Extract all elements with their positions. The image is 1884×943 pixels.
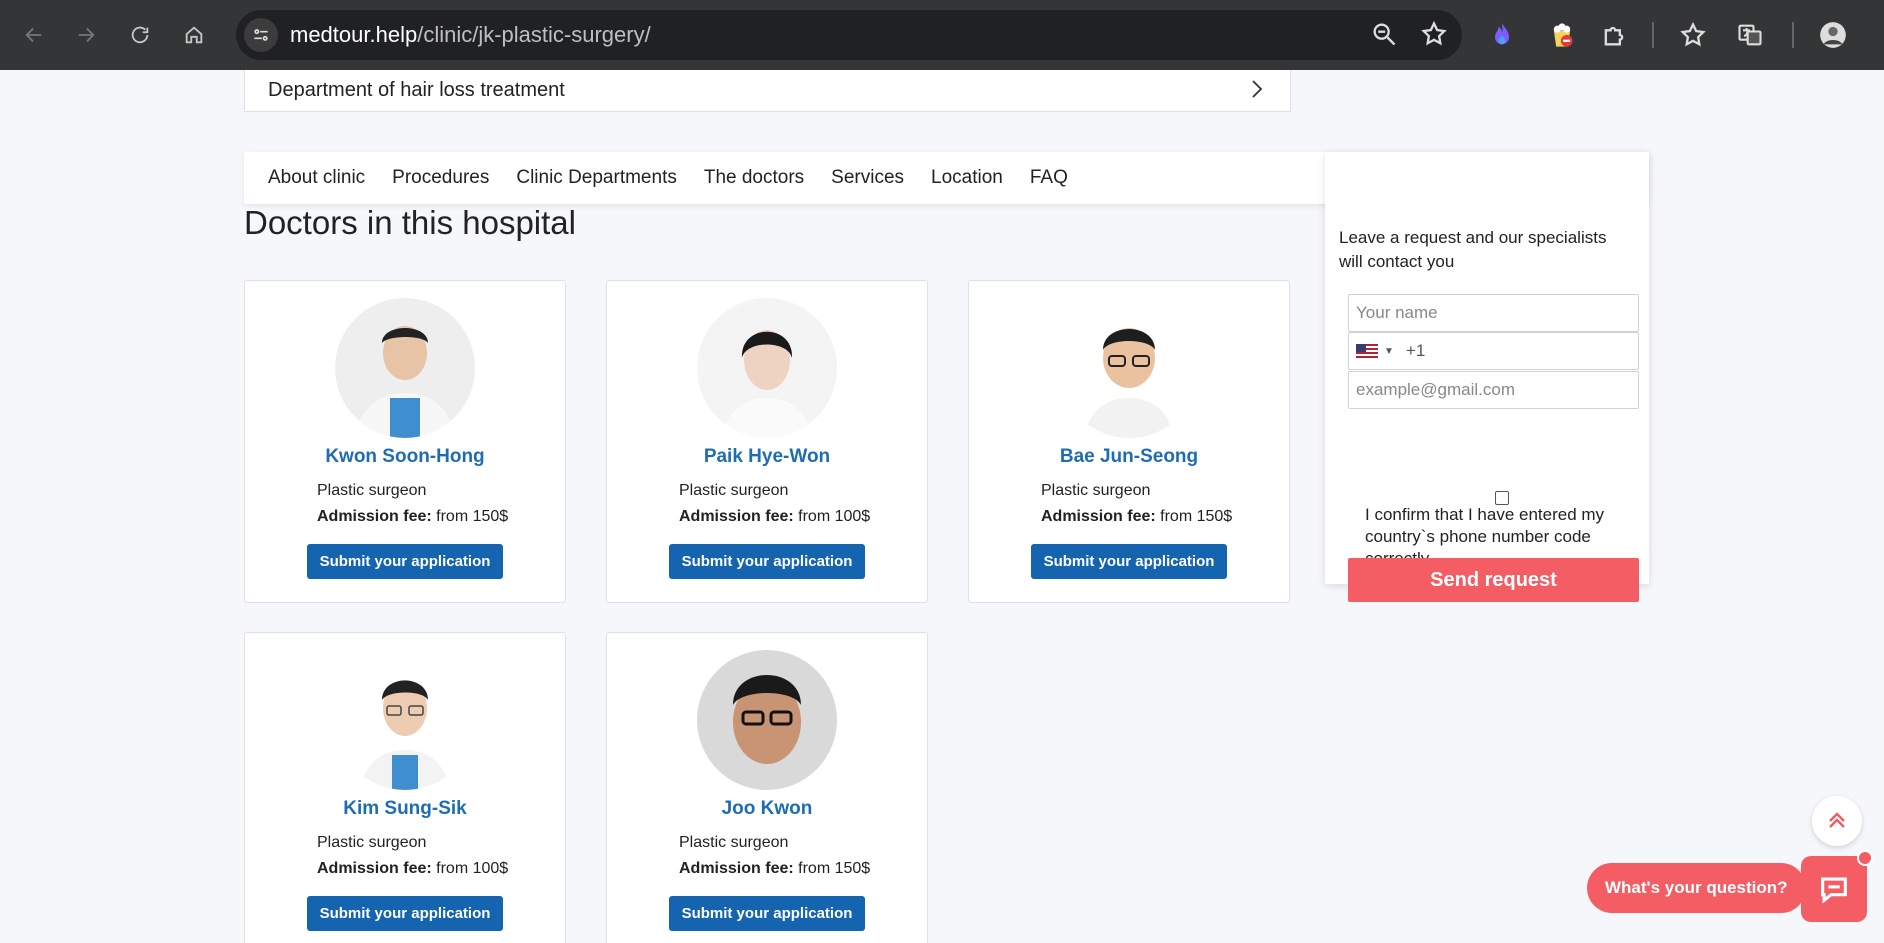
name-field[interactable]: Your name (1348, 294, 1639, 332)
doctor-card: Kim Sung-Sik Plastic surgeon Admission f… (244, 632, 566, 943)
doctor-role: Plastic surgeon (679, 482, 789, 499)
phone-code: +1 (1405, 341, 1426, 360)
fee-value: from 150$ (436, 508, 509, 525)
doctor-role: Plastic surgeon (1041, 482, 1151, 499)
tab-services[interactable]: Services (831, 167, 904, 189)
home-icon[interactable] (172, 13, 216, 57)
submit-application-button[interactable]: Submit your application (307, 896, 503, 931)
department-label: Department of hair loss treatment (268, 79, 565, 101)
site-settings-icon[interactable] (244, 18, 278, 52)
fee-label: Admission fee: (317, 508, 432, 525)
zoom-icon[interactable] (1370, 20, 1398, 53)
doctor-role: Plastic surgeon (679, 834, 789, 851)
submit-application-button[interactable]: Submit your application (1031, 544, 1227, 579)
extensions-puzzle-icon[interactable] (1594, 15, 1634, 55)
doctor-role: Plastic surgeon (317, 482, 427, 499)
tab-the-doctors[interactable]: The doctors (704, 167, 804, 189)
doctor-card: Joo Kwon Plastic surgeon Admission fee: … (606, 632, 928, 943)
doctor-fee: Admission fee: from 100$ (607, 508, 927, 526)
toolbar-separator (1652, 22, 1654, 48)
doctor-card: Bae Jun-Seong Plastic surgeon Admission … (968, 280, 1290, 603)
doctor-fee: Admission fee: from 150$ (245, 508, 565, 526)
tab-faq[interactable]: FAQ (1030, 167, 1068, 189)
question-prompt[interactable]: What's your question? (1587, 863, 1818, 913)
fee-label: Admission fee: (679, 860, 794, 877)
doctor-fee: Admission fee: from 150$ (607, 860, 927, 878)
submit-application-button[interactable]: Submit your application (669, 544, 865, 579)
chevron-right-icon (1252, 80, 1263, 98)
scroll-to-top-button[interactable] (1812, 796, 1862, 846)
forward-icon[interactable] (64, 13, 108, 57)
doctor-photo (335, 650, 475, 790)
profile-avatar-icon[interactable] (1813, 15, 1853, 55)
toolbar-separator-2 (1792, 22, 1794, 48)
fee-label: Admission fee: (679, 508, 794, 525)
extension-popcorn-icon[interactable] (1542, 15, 1582, 55)
fee-value: from 100$ (798, 508, 871, 525)
extension-flame-icon[interactable] (1482, 15, 1522, 55)
fee-label: Admission fee: (1041, 508, 1156, 525)
fee-value: from 150$ (798, 860, 871, 877)
notification-dot (1857, 850, 1873, 866)
url-path: /clinic/jk-plastic-surgery/ (417, 22, 651, 47)
doctor-card: Paik Hye-Won Plastic surgeon Admission f… (606, 280, 928, 603)
doctor-fee: Admission fee: from 100$ (245, 860, 565, 878)
doctor-name[interactable]: Kwon Soon-Hong (245, 446, 565, 468)
tab-procedures[interactable]: Procedures (392, 167, 489, 189)
bookmark-star-icon[interactable] (1420, 20, 1448, 53)
url-text: medtour.help/clinic/jk-plastic-surgery/ (290, 22, 651, 48)
submit-application-button[interactable]: Submit your application (669, 896, 865, 931)
fee-value: from 100$ (436, 860, 509, 877)
department-accordion-row[interactable]: Department of hair loss treatment (244, 70, 1291, 112)
phone-field[interactable]: ▼ +1 (1348, 332, 1639, 370)
translate-icon[interactable] (1730, 15, 1770, 55)
doctor-photo (335, 298, 475, 438)
doctors-section-title: Doctors in this hospital (244, 204, 576, 241)
tab-about-clinic[interactable]: About clinic (268, 167, 365, 189)
send-request-button[interactable]: Send request (1348, 558, 1639, 602)
email-field[interactable]: example@gmail.com (1348, 371, 1639, 409)
doctor-name[interactable]: Kim Sung-Sik (245, 798, 565, 820)
doctor-photo (697, 650, 837, 790)
tab-location[interactable]: Location (931, 167, 1003, 189)
address-bar[interactable]: medtour.help/clinic/jk-plastic-surgery/ (236, 10, 1462, 60)
doctor-name[interactable]: Paik Hye-Won (607, 446, 927, 468)
doctor-card: Kwon Soon-Hong Plastic surgeon Admission… (244, 280, 566, 603)
us-flag-icon[interactable] (1356, 344, 1378, 358)
fee-value: from 150$ (1160, 508, 1233, 525)
doctor-photo (697, 298, 837, 438)
reading-list-star-icon[interactable] (1673, 15, 1713, 55)
reload-icon[interactable] (118, 13, 162, 57)
browser-toolbar: medtour.help/clinic/jk-plastic-surgery/ (0, 0, 1884, 70)
url-domain: medtour.help (290, 22, 418, 47)
confirm-checkbox[interactable] (1495, 491, 1509, 505)
back-icon[interactable] (12, 13, 56, 57)
request-form: Leave a request and our specialists will… (1325, 152, 1649, 602)
tab-clinic-departments[interactable]: Clinic Departments (516, 167, 677, 189)
fee-label: Admission fee: (317, 860, 432, 877)
form-intro: Leave a request and our specialists will… (1339, 228, 1607, 271)
chat-bubble-icon (1821, 877, 1847, 904)
page-content: Department of hair loss treatment About … (0, 70, 1884, 943)
caret-down-icon[interactable]: ▼ (1384, 346, 1394, 357)
doctor-fee: Admission fee: from 150$ (969, 508, 1289, 526)
chat-button[interactable] (1801, 850, 1873, 922)
double-chevron-up-icon (1829, 812, 1845, 828)
doctor-name[interactable]: Bae Jun-Seong (969, 446, 1289, 468)
doctor-photo (1059, 298, 1199, 438)
submit-application-button[interactable]: Submit your application (307, 544, 503, 579)
doctor-name[interactable]: Joo Kwon (607, 798, 927, 820)
doctor-role: Plastic surgeon (317, 834, 427, 851)
